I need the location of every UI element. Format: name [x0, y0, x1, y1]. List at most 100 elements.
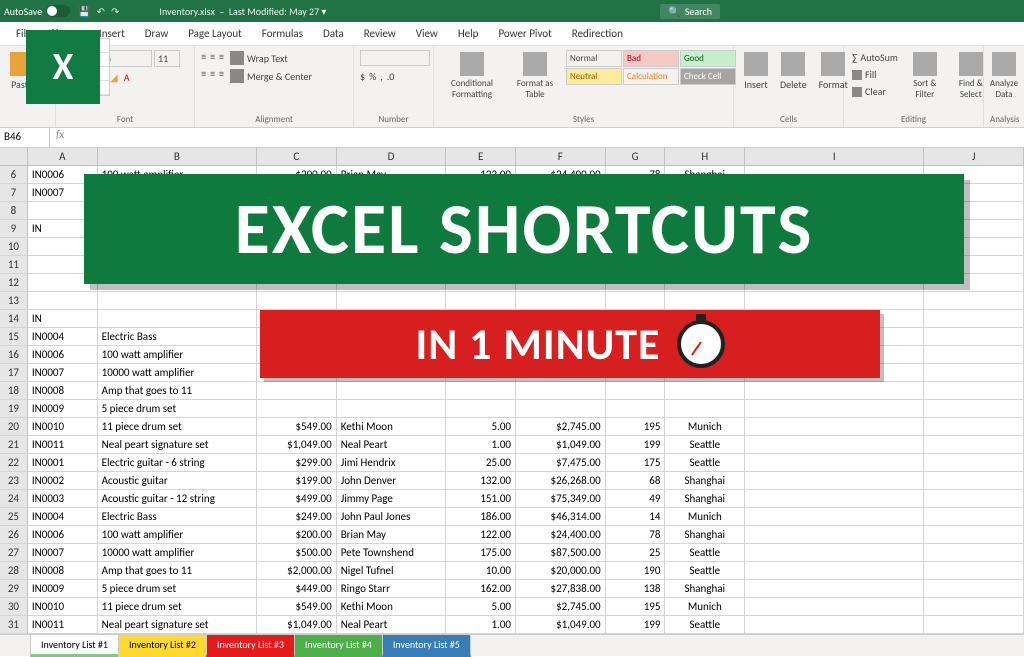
- cell[interactable]: [446, 400, 516, 418]
- cell[interactable]: [337, 382, 447, 400]
- row-header[interactable]: 18: [0, 382, 28, 400]
- col-header-E[interactable]: E: [446, 148, 516, 165]
- cell[interactable]: 175: [606, 454, 666, 472]
- cell[interactable]: Seattle: [665, 544, 745, 562]
- sheet-tab[interactable]: Inventory List #4: [294, 634, 383, 657]
- row-header[interactable]: 21: [0, 436, 28, 454]
- sheet-tab[interactable]: Inventory List #1: [30, 634, 119, 657]
- row-header[interactable]: 15: [0, 328, 28, 346]
- menu-tab-help[interactable]: Help: [448, 23, 489, 44]
- select-all-corner[interactable]: [0, 148, 28, 166]
- cell[interactable]: [745, 292, 924, 310]
- align-right-icon[interactable]: ≡: [219, 67, 224, 80]
- cell[interactable]: 1.00: [446, 436, 516, 454]
- cell[interactable]: [745, 490, 924, 508]
- cell[interactable]: [745, 472, 924, 490]
- cell[interactable]: 132.00: [446, 472, 516, 490]
- style-bad[interactable]: Bad: [623, 50, 679, 67]
- col-header-J[interactable]: J: [924, 148, 1024, 165]
- cell[interactable]: 25.00: [446, 454, 516, 472]
- cell[interactable]: Seattle: [665, 562, 745, 580]
- cell[interactable]: Amp that goes to 11: [98, 382, 257, 400]
- cell[interactable]: IN0004: [28, 508, 98, 526]
- cell[interactable]: [924, 472, 1024, 490]
- col-header-B[interactable]: B: [98, 148, 257, 165]
- cell[interactable]: IN0004: [28, 328, 98, 346]
- row-header[interactable]: 10: [0, 238, 28, 256]
- cell[interactable]: 122.00: [446, 526, 516, 544]
- fill-button[interactable]: Fill: [850, 67, 900, 82]
- analyze-data-button[interactable]: Analyze Data: [990, 50, 1018, 102]
- cell[interactable]: [98, 310, 257, 328]
- cell[interactable]: Kethi Moon: [337, 598, 447, 616]
- cell[interactable]: [516, 400, 606, 418]
- cell[interactable]: 14: [606, 508, 666, 526]
- col-header-G[interactable]: G: [606, 148, 666, 165]
- row-header[interactable]: 28: [0, 562, 28, 580]
- cell[interactable]: [924, 490, 1024, 508]
- menu-tab-data[interactable]: Data: [313, 23, 354, 44]
- row-header[interactable]: 19: [0, 400, 28, 418]
- row-header[interactable]: 26: [0, 526, 28, 544]
- autosum-button[interactable]: ∑AutoSum: [850, 50, 900, 65]
- cell[interactable]: $46,314.00: [516, 508, 606, 526]
- cell[interactable]: $87,500.00: [516, 544, 606, 562]
- row-header[interactable]: 20: [0, 418, 28, 436]
- cell[interactable]: [28, 292, 98, 310]
- cell[interactable]: [446, 292, 516, 310]
- cell[interactable]: [257, 292, 337, 310]
- cell[interactable]: 199: [606, 616, 666, 634]
- menu-tab-redirection[interactable]: Redirection: [562, 23, 633, 44]
- cell[interactable]: Jimmy Page: [337, 490, 447, 508]
- cell[interactable]: [924, 418, 1024, 436]
- cell[interactable]: [665, 400, 745, 418]
- cell[interactable]: IN0002: [28, 472, 98, 490]
- cell[interactable]: Electric Bass: [98, 328, 257, 346]
- cell[interactable]: IN0006: [28, 346, 98, 364]
- merge-center-button[interactable]: Merge & Center: [228, 68, 314, 84]
- cell[interactable]: 151.00: [446, 490, 516, 508]
- cell[interactable]: IN0010: [28, 418, 98, 436]
- cell[interactable]: John Paul Jones: [337, 508, 447, 526]
- row-header[interactable]: 30: [0, 598, 28, 616]
- cell[interactable]: 190: [606, 562, 666, 580]
- cell[interactable]: [745, 598, 924, 616]
- cell[interactable]: [924, 310, 1024, 328]
- cell[interactable]: 175.00: [446, 544, 516, 562]
- row-header[interactable]: 31: [0, 616, 28, 634]
- cell[interactable]: $7,475.00: [516, 454, 606, 472]
- cell[interactable]: [516, 382, 606, 400]
- cond-format-button[interactable]: Conditional Formatting: [440, 50, 504, 102]
- cell[interactable]: [924, 508, 1024, 526]
- cell[interactable]: [745, 616, 924, 634]
- row-header[interactable]: 7: [0, 184, 28, 202]
- number-format-select[interactable]: [360, 50, 430, 66]
- cell[interactable]: [745, 508, 924, 526]
- cell[interactable]: [924, 328, 1024, 346]
- cell[interactable]: [745, 544, 924, 562]
- style-good[interactable]: Good: [680, 50, 736, 67]
- cell[interactable]: 10000 watt amplifier: [98, 544, 257, 562]
- cell[interactable]: Shanghai: [665, 580, 745, 598]
- cell[interactable]: 5.00: [446, 418, 516, 436]
- cell[interactable]: 10.00: [446, 562, 516, 580]
- cell[interactable]: 195: [606, 418, 666, 436]
- cell[interactable]: 1.00: [446, 616, 516, 634]
- cell[interactable]: IN0008: [28, 382, 98, 400]
- cell[interactable]: IN0011: [28, 616, 98, 634]
- cell[interactable]: 138: [606, 580, 666, 598]
- row-header[interactable]: 11: [0, 256, 28, 274]
- row-header[interactable]: 24: [0, 490, 28, 508]
- cell[interactable]: Neal peart signature set: [98, 616, 257, 634]
- percent-icon[interactable]: %: [369, 70, 376, 83]
- cell[interactable]: 49: [606, 490, 666, 508]
- cell[interactable]: Shanghai: [665, 490, 745, 508]
- cell[interactable]: IN0007: [28, 364, 98, 382]
- row-header[interactable]: 6: [0, 166, 28, 184]
- row-header[interactable]: 8: [0, 202, 28, 220]
- style-checkcell[interactable]: Check Cell: [680, 68, 736, 85]
- toggle-switch[interactable]: [46, 5, 70, 17]
- menu-tab-formulas[interactable]: Formulas: [252, 23, 313, 44]
- cell[interactable]: [924, 526, 1024, 544]
- cell[interactable]: $1,049.00: [257, 616, 337, 634]
